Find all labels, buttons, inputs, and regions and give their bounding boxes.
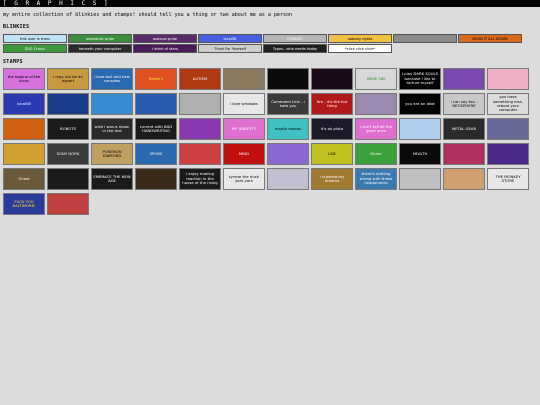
stamp[interactable] [267,143,309,165]
stamp[interactable]: LSD [311,143,353,165]
blinkie[interactable]: *click click click* [328,44,392,53]
stamp[interactable]: SONY DORK [47,143,89,165]
stamp[interactable]: i love windows [223,93,265,115]
blinkie[interactable]: asexual pride [133,34,197,43]
stamp[interactable]: the legend of the pizza [3,68,45,90]
stamp[interactable]: EMBRACE THE NEW AGE [91,168,133,190]
blinkie[interactable]: local58 [198,34,262,43]
stamp[interactable] [487,143,529,165]
stamp[interactable] [47,168,89,190]
stamp[interactable] [311,68,353,90]
stamp[interactable]: FUCK YOU BALTIMORE! [3,193,45,215]
stamp[interactable] [179,93,221,115]
stamp[interactable]: i crashed my dreams [311,168,353,190]
stamps-grid: the legend of the pizza i may not be an e… [3,68,540,215]
stamp[interactable]: I play DARK SOULS because i like to tort… [399,68,441,90]
stamp[interactable]: MIND [223,143,265,165]
blinkie[interactable]: Typos...who needs today [263,44,327,53]
stamp[interactable]: mouth moods [267,118,309,140]
stamp[interactable]: METAL GEAR [443,118,485,140]
stamp[interactable]: it's ok pluto [311,118,353,140]
blinkie[interactable]: DVD Crazy! [3,44,67,53]
stamp[interactable]: XBOX 360 [355,68,397,90]
stamp[interactable]: POKEMON DIAMOND [91,143,133,165]
blinkies-row: DVD Crazy! beneath your computer i drink… [3,44,529,53]
stamp[interactable] [135,93,177,115]
blinkie[interactable]: STARSET [263,34,327,43]
stamp[interactable]: fire - it's the hot thing [311,93,353,115]
stamp[interactable]: ROBOTS [47,118,89,140]
blinkie[interactable]: aromantic pride [68,34,132,43]
stamp[interactable] [443,168,485,190]
stamp[interactable]: Reese's [135,68,177,90]
stamp[interactable]: i can say too - NEOSPHERE [443,93,485,115]
stamp[interactable] [487,68,529,90]
blinkie[interactable] [393,34,457,43]
stamp[interactable]: THE MONKEY STORE [487,168,529,190]
stamp[interactable] [3,118,45,140]
stamp[interactable]: Mcine [355,143,397,165]
blinkie[interactable]: BURN IT ALL DOWN [458,34,522,43]
stamp[interactable] [355,93,397,115]
stamp[interactable]: Ghost [3,168,45,190]
stamp[interactable]: current with BAD HANDWRITING [135,118,177,140]
blinkie[interactable]: this user is trans [3,34,67,43]
stamp[interactable] [443,68,485,90]
stamp[interactable] [267,168,309,190]
stamp[interactable]: local58 [3,93,45,115]
stamp[interactable]: wish i was a moon in the dvd [91,118,133,140]
stamp[interactable]: you are an idiot [399,93,441,115]
stamp[interactable]: i may not be an expert [47,68,89,90]
stamp[interactable]: AUTISM [179,68,221,90]
blinkie[interactable]: beneath your computer [68,44,132,53]
intro-text: my entire collection of blinkies and sta… [3,12,292,18]
stamp[interactable]: you have something else, reboot your com… [487,93,529,115]
blinkies-row: this user is trans aromantic pride asexu… [3,34,529,43]
stamp[interactable]: i enjoy making reaction in the house of … [179,168,221,190]
stamp[interactable] [443,143,485,165]
stamp[interactable]: HEALTH [399,143,441,165]
stamp[interactable] [487,118,529,140]
blinkie[interactable]: Think For Yourself [198,44,262,53]
stamp[interactable] [179,118,221,140]
blinkie[interactable]: nobody rights [328,34,392,43]
stamp[interactable] [135,168,177,190]
stamp[interactable] [399,118,441,140]
stamp[interactable]: SPORE [135,143,177,165]
stamp[interactable] [223,68,265,90]
blinkie[interactable]: i drink of stars [133,44,197,53]
stamp[interactable] [91,93,133,115]
stamp[interactable] [267,68,309,90]
blinkies-grid: this user is trans aromantic pride asexu… [3,34,529,54]
blinkies-heading: BLINKIES [3,24,30,30]
stamps-heading: STAMPS [3,59,23,65]
stamp[interactable]: there's nothing wrong with these headpho… [355,168,397,190]
stamp[interactable]: MY IDENTITY [223,118,265,140]
stamp[interactable]: i love bull and new consoles [91,68,133,90]
stamp[interactable]: i can't tell all the good ones [355,118,397,140]
stamp[interactable]: tyrone the duck york york [223,168,265,190]
stamp[interactable] [3,143,45,165]
stamp[interactable] [399,168,441,190]
page-title-bar: [ G R A P H I C S ] [0,0,540,7]
page-title: [ G R A P H I C S ] [3,0,110,7]
stamp[interactable] [179,143,221,165]
stamp[interactable] [47,93,89,115]
stamp[interactable]: Command Line - i hate you [267,93,309,115]
stamp[interactable] [47,193,89,215]
